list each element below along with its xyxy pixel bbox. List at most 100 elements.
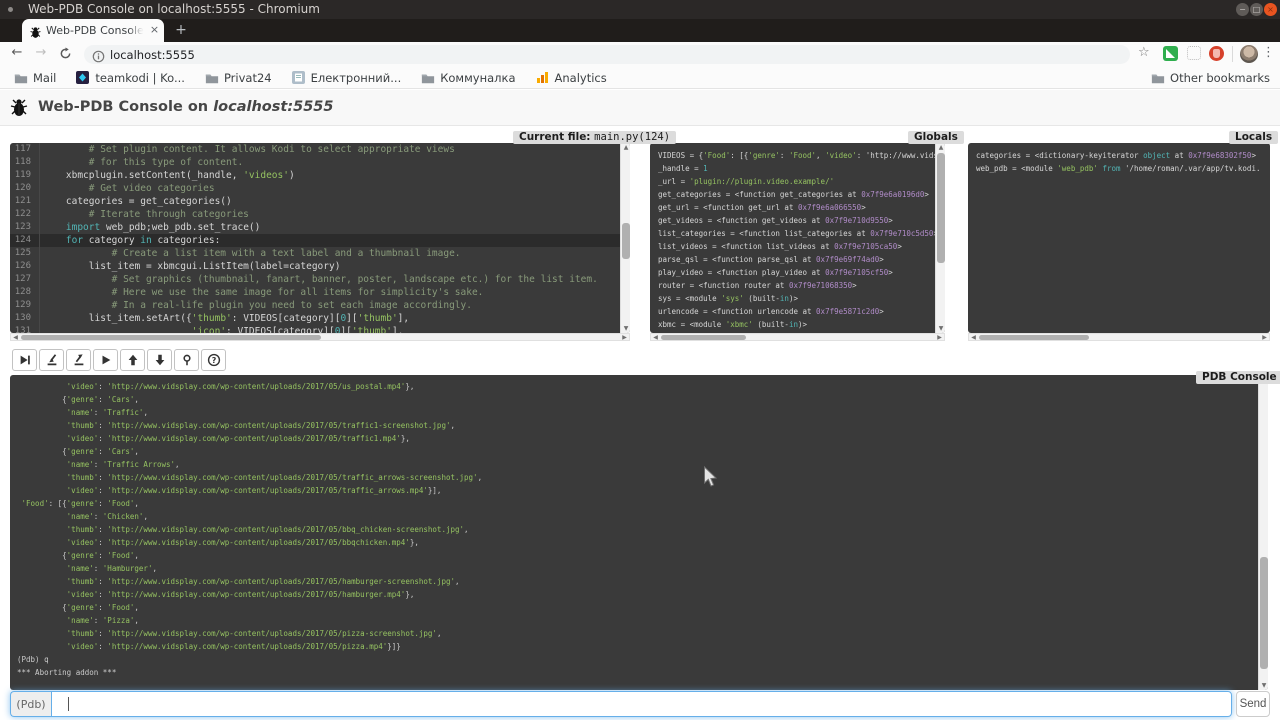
line-number: 120 [10, 182, 40, 195]
globals-list: VIDEOS = {'Food': [{'genre': 'Food', 'vi… [650, 143, 935, 333]
other-bookmarks-button[interactable]: Other bookmarks [1151, 67, 1270, 89]
step-out-button[interactable] [66, 349, 91, 371]
command-input[interactable] [51, 691, 1232, 717]
pdb-console-panel[interactable]: 'video': 'http://www.vidsplay.com/wp-con… [10, 375, 1268, 690]
console-line: 'name': 'Hamburger', [17, 562, 1258, 575]
bookmark-star-icon[interactable]: ☆ [1138, 45, 1150, 60]
console-line: 'video': 'http://www.vidsplay.com/wp-con… [17, 380, 1258, 393]
send-button[interactable]: Send [1236, 691, 1270, 717]
where-button[interactable] [174, 349, 199, 371]
scrollbar-thumb[interactable] [979, 335, 1089, 340]
folder-icon [14, 71, 28, 85]
code-line: 126 list_item = xbmcgui.ListItem(label=c… [10, 260, 620, 273]
browser-tab[interactable]: Web-PDB Console on loca × [22, 19, 164, 42]
back-icon[interactable]: ← [8, 45, 26, 60]
global-variable-line: list_categories = <function list_categor… [658, 227, 935, 240]
tab-strip: Web-PDB Console on loca × + [0, 19, 1280, 42]
extension-icon-green[interactable] [1163, 46, 1178, 61]
code-line: 123 import web_pdb;web_pdb.set_trace() [10, 221, 620, 234]
locals-panel[interactable]: categories = <dictionary-keyiterator obj… [968, 143, 1270, 333]
local-variable-line: categories = <dictionary-keyiterator obj… [976, 149, 1260, 162]
adblock-extension-icon[interactable] [1209, 46, 1224, 61]
scrollbar-thumb[interactable] [937, 153, 945, 263]
screen: Web-PDB Console on localhost:5555 - Chro… [0, 0, 1280, 720]
line-number: 127 [10, 273, 40, 286]
site-brand[interactable]: Web-PDB Console on localhost:5555 [38, 99, 333, 115]
console-line: 'thumb': 'http://www.vidsplay.com/wp-con… [17, 419, 1258, 432]
code-editor-panel[interactable]: 117 # Set plugin content. It allows Kodi… [10, 143, 630, 333]
globals-horizontal-scrollbar[interactable]: ◀ ▶ [650, 333, 945, 341]
line-number: 129 [10, 299, 40, 312]
profile-avatar[interactable] [1240, 45, 1258, 63]
brand-host: localhost:5555 [213, 99, 333, 115]
bookmark-item[interactable]: Mail [14, 71, 56, 85]
scrollbar-thumb[interactable] [622, 223, 630, 259]
scrollbar-thumb[interactable] [1260, 557, 1268, 669]
global-variable-line: xbmc = <module 'xbmc' (built-in)> [658, 318, 935, 331]
maximize-button[interactable]: □ [1250, 3, 1263, 16]
bookmark-item[interactable]: Analytics [536, 71, 607, 85]
url-text: localhost:5555 [110, 48, 195, 62]
bookmark-label: Коммуналка [440, 71, 515, 85]
continue-button[interactable] [93, 349, 118, 371]
tab-close-icon[interactable]: × [148, 24, 161, 37]
console-line: {'genre': 'Food', [17, 549, 1258, 562]
svg-text:?: ? [211, 356, 216, 365]
console-output: 'video': 'http://www.vidsplay.com/wp-con… [10, 375, 1258, 690]
skip-next-icon [18, 353, 32, 367]
global-variable-line: _handle = 1 [658, 162, 935, 175]
minimize-button[interactable]: − [1236, 3, 1249, 16]
close-window-button[interactable]: × [1264, 3, 1277, 16]
code-horizontal-scrollbar[interactable]: ◀ ▶ [10, 333, 630, 341]
scrollbar-thumb[interactable] [661, 335, 746, 340]
pdb-console-badge: PDB Console [1196, 371, 1280, 384]
global-variable-line: get_categories = <function get_categorie… [658, 188, 935, 201]
locals-badge: Locals [1229, 131, 1278, 144]
bookmark-item[interactable]: teamkodi | Ko... [76, 71, 185, 85]
step-into-button[interactable] [39, 349, 64, 371]
console-line: 'thumb': 'http://www.vidsplay.com/wp-con… [17, 627, 1258, 640]
page-info-icon[interactable] [92, 48, 105, 67]
window-icon [8, 7, 13, 12]
browser-menu-icon[interactable]: ⋮ [1262, 45, 1275, 60]
locals-horizontal-scrollbar[interactable]: ◀ ▶ [968, 333, 1270, 341]
console-line: 'thumb': 'http://www.vidsplay.com/wp-con… [17, 575, 1258, 588]
help-button[interactable]: ? [201, 349, 226, 371]
bookmark-item[interactable]: Коммуналка [421, 71, 515, 85]
forward-icon[interactable]: → [32, 45, 50, 60]
global-variable-line: play_video = <function play_video at 0x7… [658, 266, 935, 279]
console-line: 'video': 'http://www.vidsplay.com/wp-con… [17, 432, 1258, 445]
folder-icon [205, 71, 219, 85]
line-number: 122 [10, 208, 40, 221]
bookmarks-bar: Mail teamkodi | Ko... Privat24 Електронний.… [0, 67, 1280, 89]
arrow-down-icon [153, 353, 167, 367]
debugger-toolbar: ? [12, 349, 226, 371]
globals-vertical-scrollbar[interactable]: ▲ ▼ [935, 143, 945, 333]
line-number: 123 [10, 221, 40, 234]
global-variable-line: parse_qsl = <function parse_qsl at 0x7f9… [658, 253, 935, 266]
down-button[interactable] [147, 349, 172, 371]
code-vertical-scrollbar[interactable]: ▲ ▼ [620, 143, 630, 333]
bookmark-label: Privat24 [224, 71, 272, 85]
console-line: 'video': 'http://www.vidsplay.com/wp-con… [17, 588, 1258, 601]
extension-icon-gray[interactable] [1187, 46, 1201, 60]
window-title: Web-PDB Console on localhost:5555 - Chro… [28, 2, 320, 16]
globals-panel[interactable]: VIDEOS = {'Food': [{'genre': 'Food', 'vi… [650, 143, 945, 333]
address-bar[interactable]: localhost:5555 [84, 45, 1130, 64]
global-variable-line: sys = <module 'sys' (built-in)> [658, 292, 935, 305]
code-lines: 117 # Set plugin content. It allows Kodi… [10, 143, 620, 333]
console-vertical-scrollbar[interactable]: ▲ ▼ [1258, 375, 1268, 690]
up-button[interactable] [120, 349, 145, 371]
bookmark-item[interactable]: Електронний... [292, 71, 402, 85]
step-out-icon [72, 353, 86, 367]
new-tab-button[interactable]: + [172, 22, 190, 40]
window-titlebar[interactable]: Web-PDB Console on localhost:5555 - Chro… [0, 0, 1280, 19]
line-number: 124 [10, 234, 40, 247]
reload-icon[interactable] [56, 47, 74, 64]
scrollbar-thumb[interactable] [21, 335, 321, 340]
bookmark-label: Mail [33, 71, 56, 85]
text-caret [68, 697, 69, 711]
console-line: 'name': 'Traffic Arrows', [17, 458, 1258, 471]
next-button[interactable] [12, 349, 37, 371]
bookmark-item[interactable]: Privat24 [205, 71, 272, 85]
